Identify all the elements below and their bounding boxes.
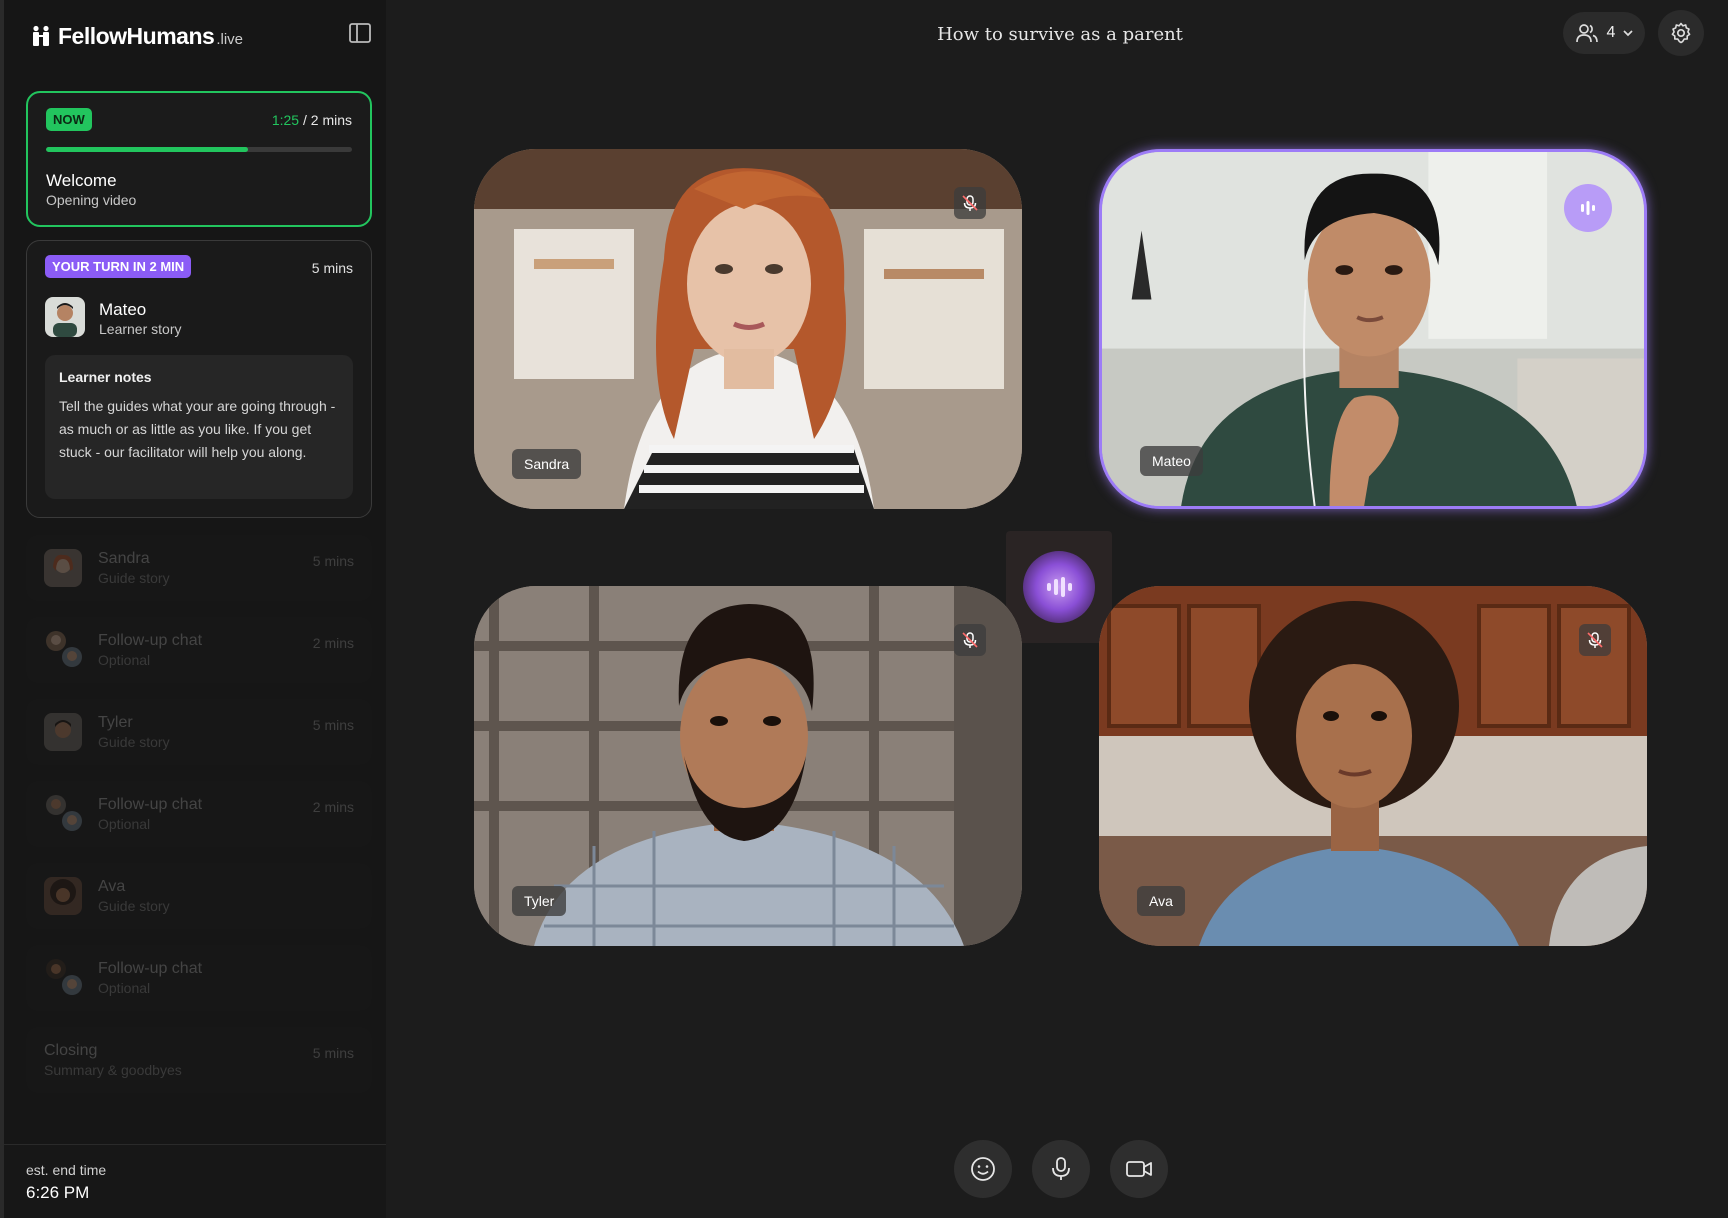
video-tile-tyler[interactable]: Tyler [474,586,1022,946]
avatar [46,959,66,979]
agenda-item-subtitle: Guide story [98,570,170,586]
segment-progress-bar [46,147,352,152]
agenda-item-title: Tyler [98,714,133,731]
turn-duration: 5 mins [311,260,353,276]
agenda-item-subtitle: Optional [98,652,151,668]
video-tile-mateo[interactable]: Mateo [1099,149,1647,509]
participants-button[interactable]: 4 [1563,12,1645,54]
microphone-button[interactable] [1032,1140,1090,1198]
learner-notes-body: Tell the guides what your are going thro… [59,398,336,460]
agenda-item-title: Ava [98,878,126,895]
speaking-indicator-icon [1564,184,1612,232]
total-time: / 2 mins [299,112,352,128]
learner-notes-title: Learner notes [59,369,152,385]
avatar [46,795,66,815]
agenda-item-follow-up-1[interactable]: Follow-up chat Optional 2 mins [26,617,372,683]
brand-name: FellowHumans [58,23,215,49]
people-icon [1575,24,1598,43]
turn-segment-type: Learner story [99,321,182,337]
people-logo-icon [33,25,49,46]
segment-progress-fill [46,147,248,152]
agenda-item-closing[interactable]: Closing Summary & goodbyes 5 mins [26,1027,372,1093]
segment-title: Welcome [46,171,117,190]
participant-count: 4 [1606,24,1616,41]
avatar [62,975,82,995]
elapsed-time: 1:25 [271,112,300,128]
now-badge: NOW [46,108,92,131]
current-segment-card[interactable]: NOW 1:25 / 2 mins Welcome Opening video [26,91,372,227]
sidebar-footer: est. end time 6:26 PM [4,1144,386,1218]
avatar [62,811,82,831]
agenda-item-ava[interactable]: Ava Guide story [26,863,372,929]
video-tile-ava[interactable]: Ava [1099,586,1647,946]
avatar [46,631,66,651]
agenda-item-tyler[interactable]: Tyler Guide story 5 mins [26,699,372,765]
segment-timer: 1:25 / 2 mins [272,112,352,128]
avatar [44,877,82,915]
agenda-item-duration: 5 mins [312,1045,354,1061]
call-controls [954,1140,1168,1198]
app-root: FellowHumans .live NOW 1:25 / 2 mins Wel… [0,0,1728,1218]
agenda-item-title: Follow-up chat [98,632,203,649]
gear-icon [1671,22,1691,44]
brand-logo: FellowHumans .live [30,22,243,50]
microphone-icon [1052,1157,1070,1180]
upcoming-turn-card[interactable]: YOUR TURN IN 2 MIN 5 mins Mateo Learner … [26,240,372,518]
agenda-item-title: Follow-up chat [98,960,203,977]
avatar [45,297,85,337]
sidebar: FellowHumans .live NOW 1:25 / 2 mins Wel… [0,0,386,1218]
agenda-item-duration: 2 mins [312,635,354,651]
brand-suffix: .live [216,31,243,48]
participant-name-tag: Sandra [512,449,582,479]
learner-notes: Learner notes Tell the guides what your … [45,355,353,499]
mic-off-icon [1579,624,1611,656]
video-tile-sandra[interactable]: Sandra [474,149,1022,509]
agenda-item-title: Closing [44,1042,98,1059]
agenda-item-subtitle: Optional [98,980,151,996]
agenda-item-duration: 5 mins [312,553,354,569]
session-title: How to survive as a parent [937,24,1183,45]
agenda-item-subtitle: Summary & goodbyes [44,1062,182,1078]
reactions-button[interactable] [954,1140,1012,1198]
participant-name-tag: Tyler [512,886,567,916]
agenda-item-follow-up-3[interactable]: Follow-up chat Optional [26,945,372,1011]
agenda-item-subtitle: Guide story [98,734,170,750]
mic-off-icon [954,624,986,656]
est-end-time-value: 6:26 PM [26,1183,90,1202]
agenda-item-subtitle: Guide story [98,898,170,914]
agenda-item-duration: 2 mins [312,799,354,815]
your-turn-badge: YOUR TURN IN 2 MIN [45,255,192,278]
participant-name-tag: Mateo [1140,446,1203,476]
sidebar-toggle-icon[interactable] [348,22,372,44]
turn-person-name: Mateo [99,300,147,319]
agenda-item-title: Sandra [98,550,150,567]
emoji-icon [971,1157,995,1181]
avatar [44,549,82,587]
camera-button[interactable] [1110,1140,1168,1198]
avatar [62,647,82,667]
agenda-item-sandra[interactable]: Sandra Guide story 5 mins [26,535,372,601]
agenda-item-subtitle: Optional [98,816,151,832]
mic-off-icon [954,187,986,219]
settings-button[interactable] [1658,10,1704,56]
video-camera-icon [1126,1161,1152,1177]
participant-name-tag: Ava [1137,886,1185,916]
agenda-item-follow-up-2[interactable]: Follow-up chat Optional 2 mins [26,781,372,847]
agenda-item-title: Follow-up chat [98,796,203,813]
est-end-time-label: est. end time [26,1162,107,1178]
segment-subtitle: Opening video [46,192,137,208]
agenda-item-duration: 5 mins [312,717,354,733]
avatar [44,713,82,751]
audio-wave-icon [1023,551,1095,623]
chevron-down-icon [1623,30,1634,37]
